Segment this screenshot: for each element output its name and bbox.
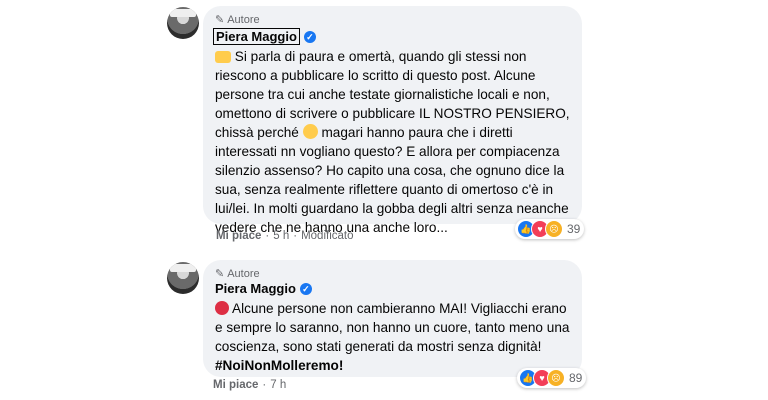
author-tag: ✎ Autore	[215, 267, 260, 281]
avatar[interactable]	[167, 262, 199, 294]
reactions-summary[interactable]: 👍 ♥ ☹ 39	[515, 219, 585, 239]
sad-icon: ☹	[547, 369, 565, 387]
timestamp[interactable]: 7 h	[270, 379, 286, 391]
avatar-frame	[170, 9, 196, 17]
comment-text-body: Alcune persone non cambieranno MAI! Vigl…	[215, 301, 570, 354]
timestamp[interactable]: 5 h	[273, 230, 289, 242]
avatar-frame	[170, 264, 196, 272]
comment-text: Si parla di paura e omertà, quando gli s…	[215, 47, 571, 237]
pointing-hand-icon	[215, 51, 231, 63]
like-button[interactable]: Mi piace	[213, 379, 258, 391]
comment-bubble: ✎ Autore Piera Maggio ✓ Alcune persone n…	[203, 260, 582, 377]
author-tag-label: Autore	[227, 13, 260, 26]
comment-bubble: ✎ Autore Piera Maggio ✓ Si parla di paur…	[203, 6, 582, 235]
verified-badge-icon: ✓	[303, 30, 316, 43]
author-name-row: Piera Maggio ✓	[215, 281, 312, 296]
hashtag-link[interactable]: #NoiNonMolleremo!	[215, 358, 343, 373]
comment-text-part-2: magari hanno paura che i diretti interes…	[215, 125, 569, 235]
comment-actions: Mi piace · 5 h · Modificato	[216, 230, 354, 242]
sad-face-icon	[302, 124, 318, 139]
comment-text: Alcune persone non cambieranno MAI! Vigl…	[215, 299, 571, 375]
author-name-row: Piera Maggio ✓	[213, 28, 316, 45]
separator: ·	[265, 230, 270, 242]
separator: ·	[293, 230, 298, 242]
comment-actions: Mi piace · 7 h	[213, 379, 286, 391]
author-tag: ✎ Autore	[215, 13, 260, 27]
reaction-count: 39	[567, 222, 581, 236]
author-name-link[interactable]: Piera Maggio	[215, 281, 296, 296]
author-name-link[interactable]: Piera Maggio	[213, 28, 300, 45]
sad-icon: ☹	[545, 220, 563, 238]
reactions-summary[interactable]: 👍 ♥ ☹ 89	[517, 368, 587, 388]
reaction-count: 89	[569, 371, 583, 385]
verified-badge-icon: ✓	[299, 282, 312, 295]
red-circle-icon	[215, 301, 229, 315]
author-tag-label: Autore	[227, 267, 260, 280]
like-button[interactable]: Mi piace	[216, 230, 261, 242]
separator: ·	[262, 379, 267, 391]
pencil-icon: ✎	[215, 268, 225, 280]
avatar[interactable]	[167, 7, 199, 39]
edited-label: Modificato	[301, 230, 354, 242]
pencil-icon: ✎	[215, 14, 225, 26]
